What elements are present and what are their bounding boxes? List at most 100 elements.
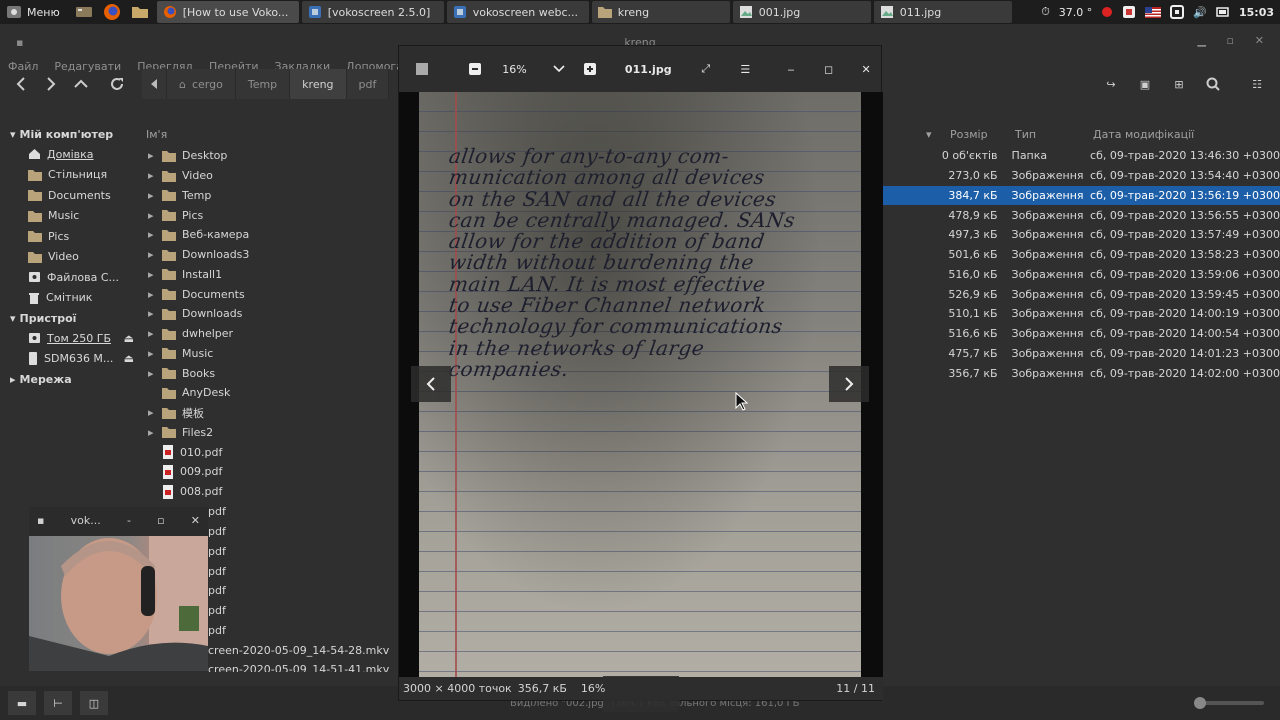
detail-row[interactable]: 273,0 кБ Зображення сб, 09-трав-2020 13:54…: [882, 166, 1280, 186]
file-row[interactable]: ▸ Files2: [140, 423, 400, 443]
sidebar-item[interactable]: Documents: [0, 185, 140, 206]
column-header-type[interactable]: Тип: [1015, 124, 1036, 144]
view-mode-icon[interactable]: ☷: [1242, 69, 1272, 99]
battery-icon[interactable]: [1216, 6, 1230, 18]
chevron-right-icon[interactable]: ▸: [148, 327, 156, 340]
breadcrumb-prev-button[interactable]: [142, 69, 167, 99]
sidebar-item[interactable]: Смітник: [0, 288, 140, 309]
file-row[interactable]: 008.pdf: [140, 482, 400, 502]
taskbar-item[interactable]: 001.jpg: [732, 1, 871, 23]
sidebar-section-devices[interactable]: ▾ Пристрої: [0, 308, 140, 328]
file-row[interactable]: pdf: [206, 522, 406, 542]
fullscreen-icon[interactable]: ⤢: [691, 54, 721, 84]
detail-row[interactable]: 497,3 кБ Зображення сб, 09-трав-2020 13:57…: [882, 225, 1280, 245]
eject-icon[interactable]: ⏏: [124, 352, 140, 365]
maximize-icon[interactable]: ▫: [1227, 34, 1234, 47]
toggle-location-icon[interactable]: ↪: [1096, 69, 1126, 99]
taskbar-item[interactable]: kreng: [591, 1, 730, 23]
close-icon[interactable]: ✕: [851, 54, 881, 84]
record-icon[interactable]: [1101, 6, 1113, 18]
file-row[interactable]: pdf: [206, 542, 406, 562]
chevron-right-icon[interactable]: ▸: [148, 169, 156, 182]
show-places-button[interactable]: ▬: [8, 691, 36, 715]
sidebar-item[interactable]: SDM636 M... ⏏: [0, 349, 140, 370]
taskbar-item[interactable]: vokoscreen webc...: [446, 1, 589, 23]
previous-image-button[interactable]: [411, 366, 451, 402]
sidebar-section-computer[interactable]: ▾ Мій комп'ютер: [0, 124, 140, 144]
eject-icon[interactable]: ⏏: [124, 332, 140, 345]
file-row[interactable]: pdf: [206, 581, 406, 601]
new-folder-icon[interactable]: ⊞: [1164, 69, 1194, 99]
start-menu-button[interactable]: Меню: [0, 0, 70, 24]
file-row[interactable]: ▸ Desktop: [140, 146, 400, 166]
file-row[interactable]: ▸ dwhelper: [140, 324, 400, 344]
zoom-in-button[interactable]: [575, 54, 605, 84]
chevron-right-icon[interactable]: ▸: [148, 228, 156, 241]
zoom-slider[interactable]: [1194, 697, 1264, 709]
chevron-right-icon[interactable]: ▸: [148, 248, 156, 261]
update-icon[interactable]: [1122, 5, 1136, 19]
breadcrumb-item-kreng[interactable]: kreng: [290, 69, 347, 99]
breadcrumb-item-temp[interactable]: Temp: [235, 69, 291, 99]
file-row[interactable]: ▸ Downloads: [140, 304, 400, 324]
next-image-button[interactable]: [829, 366, 869, 402]
column-header-size[interactable]: Розмір: [950, 124, 988, 144]
file-row[interactable]: ▸ Books: [140, 363, 400, 383]
detail-row[interactable]: 356,7 кБ Зображення сб, 09-трав-2020 14:02…: [882, 363, 1280, 383]
folder-icon[interactable]: [131, 3, 149, 21]
gallery-icon[interactable]: [407, 54, 437, 84]
file-row[interactable]: ▸ 模板: [140, 403, 400, 423]
close-icon[interactable]: ✕: [1255, 34, 1264, 47]
detail-row[interactable]: 478,9 кБ Зображення сб, 09-трав-2020 13:56…: [882, 205, 1280, 225]
sidebar-item[interactable]: Pics: [0, 226, 140, 247]
chevron-right-icon[interactable]: ▸: [148, 426, 156, 439]
hide-sidebar-button[interactable]: ◫: [80, 691, 108, 715]
minimize-icon[interactable]: ▁: [1198, 34, 1206, 47]
file-row[interactable]: 009.pdf: [140, 462, 400, 482]
taskbar-item[interactable]: [How to use Voko...: [156, 1, 299, 23]
chevron-right-icon[interactable]: ▸: [148, 307, 156, 320]
chevron-right-icon[interactable]: ▸: [148, 406, 156, 419]
maximize-icon[interactable]: ◻: [814, 54, 844, 84]
zoom-out-button[interactable]: [461, 54, 491, 84]
chevron-right-icon[interactable]: ▸: [148, 189, 156, 202]
file-row[interactable]: 010.pdf: [140, 442, 400, 462]
sidebar-item[interactable]: Домівка: [0, 144, 140, 165]
chevron-right-icon[interactable]: ▸: [148, 367, 156, 380]
minimize-icon[interactable]: ‒: [776, 54, 806, 84]
sidebar-item[interactable]: Video: [0, 247, 140, 268]
chevron-right-icon[interactable]: ▸: [148, 149, 156, 162]
detail-row[interactable]: 501,6 кБ Зображення сб, 09-трав-2020 13:58…: [882, 245, 1280, 265]
reload-button[interactable]: [102, 69, 132, 99]
keyboard-layout-icon[interactable]: [1145, 6, 1162, 18]
file-row[interactable]: ▸ Install1: [140, 265, 400, 285]
file-row[interactable]: pdf: [206, 621, 406, 641]
file-row[interactable]: ▸ Downloads3: [140, 245, 400, 265]
detail-row[interactable]: 510,1 кБ Зображення сб, 09-трав-2020 14:00…: [882, 304, 1280, 324]
detail-row[interactable]: 516,6 кБ Зображення сб, 09-трав-2020 14:00…: [882, 324, 1280, 344]
file-row[interactable]: pdf: [206, 601, 406, 621]
file-row[interactable]: creen-2020-05-09_14-54-28.mkv: [206, 640, 406, 660]
chevron-right-icon[interactable]: ▸: [148, 288, 156, 301]
taskbar-item[interactable]: 011.jpg: [873, 1, 1012, 23]
file-row[interactable]: ▸ Documents: [140, 284, 400, 304]
file-row[interactable]: pdf: [206, 502, 406, 522]
volume-icon[interactable]: 🔊: [1193, 6, 1207, 19]
sidebar-item[interactable]: Файлова С...: [0, 267, 140, 288]
file-row[interactable]: pdf: [206, 561, 406, 581]
file-row[interactable]: ▸ Temp: [140, 186, 400, 206]
window-menu-icon[interactable]: ▪: [37, 514, 44, 527]
detail-row[interactable]: 516,0 кБ Зображення сб, 09-трав-2020 13:59…: [882, 265, 1280, 285]
maximize-icon[interactable]: ▫: [157, 514, 164, 527]
zoom-dropdown-button[interactable]: [544, 54, 574, 84]
detail-row[interactable]: 526,9 кБ Зображення сб, 09-трав-2020 13:59…: [882, 284, 1280, 304]
search-icon[interactable]: [1198, 69, 1228, 99]
minimize-icon[interactable]: -: [127, 514, 131, 527]
forward-button[interactable]: [36, 69, 66, 99]
detail-row[interactable]: 384,7 кБ Зображення сб, 09-трав-2020 13:56…: [882, 185, 1280, 206]
back-button[interactable]: [6, 69, 36, 99]
column-header-name[interactable]: Ім'я: [146, 124, 167, 144]
file-row[interactable]: ▸ Веб-камера: [140, 225, 400, 245]
network-icon[interactable]: [1170, 5, 1185, 19]
file-row[interactable]: ▸ Pics: [140, 205, 400, 225]
